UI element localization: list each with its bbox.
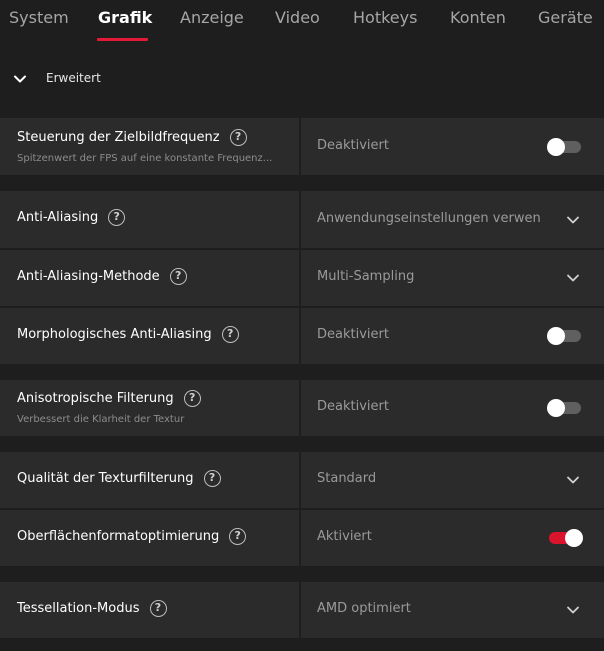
setting-value: Deaktiviert (317, 327, 389, 342)
setting-value: Aktiviert (317, 529, 372, 544)
section-title: Erweitert (46, 71, 101, 85)
setting-name: Tessellation-Modus ? (17, 600, 167, 617)
toggle-knob (547, 327, 565, 345)
setting-control-cell: Deaktiviert (301, 380, 604, 436)
setting-control-cell: Deaktiviert (301, 308, 604, 364)
setting-name: Morphologisches Anti-Aliasing ? (17, 326, 239, 343)
help-icon[interactable]: ? (183, 390, 201, 407)
help-icon[interactable]: ? (203, 470, 221, 487)
help-icon[interactable]: ? (149, 600, 167, 617)
toggle-switch[interactable] (547, 138, 581, 156)
setting-name: Steuerung der Zielbildfrequenz ? (17, 129, 247, 146)
help-icon[interactable]: ? (169, 268, 187, 285)
tab-geraete[interactable]: Geräte (538, 8, 593, 27)
setting-dropdown[interactable]: Multi-Sampling (301, 250, 604, 306)
setting-row-anti-aliasing-method: Anti-Aliasing-Methode ? Multi-Sampling (0, 250, 604, 306)
toggle-switch[interactable] (547, 327, 581, 345)
setting-description: Spitzenwert der FPS auf eine konstante F… (17, 153, 273, 164)
help-icon[interactable]: ? (221, 326, 239, 343)
setting-value: Deaktiviert (317, 138, 389, 153)
help-icon[interactable]: ? (229, 129, 247, 146)
setting-value: Standard (317, 471, 377, 486)
toggle-knob (547, 138, 565, 156)
setting-control-cell: Deaktiviert (301, 118, 604, 175)
toggle-knob (547, 399, 565, 417)
chevron-down-icon (567, 606, 579, 614)
setting-description: Verbessert die Klarheit der Textur (17, 414, 185, 425)
chevron-down-icon (567, 216, 579, 224)
tab-grafik[interactable]: Grafik (98, 8, 152, 27)
setting-label-cell: Tessellation-Modus ? (0, 582, 299, 638)
active-tab-indicator (97, 38, 148, 41)
setting-label-cell: Qualität der Texturfilterung ? (0, 452, 299, 508)
tab-anzeige[interactable]: Anzeige (180, 8, 244, 27)
setting-value: Multi-Sampling (317, 269, 415, 284)
setting-row-anisotropic-filtering: Anisotropische Filterung ? Verbessert di… (0, 380, 604, 436)
toggle-knob (565, 529, 583, 547)
tab-konten[interactable]: Konten (450, 8, 506, 27)
tab-video[interactable]: Video (275, 8, 320, 27)
setting-row-tessellation-mode: Tessellation-Modus ? AMD optimiert (0, 582, 604, 638)
setting-row-frame-rate-target: Steuerung der Zielbildfrequenz ? Spitzen… (0, 118, 604, 175)
section-header-erweitert[interactable]: Erweitert (0, 60, 604, 98)
toggle-switch[interactable] (547, 399, 581, 417)
setting-name: Qualität der Texturfilterung ? (17, 470, 221, 487)
setting-dropdown[interactable]: Standard (301, 452, 604, 508)
setting-value: AMD optimiert (317, 601, 411, 616)
setting-label-cell: Steuerung der Zielbildfrequenz ? Spitzen… (0, 118, 299, 175)
tab-bar: System Grafik Anzeige Video Hotkeys Kont… (0, 0, 604, 46)
setting-label-cell: Anisotropische Filterung ? Verbessert di… (0, 380, 299, 436)
toggle-switch[interactable] (549, 529, 583, 547)
setting-row-surface-format-optimization: Oberflächenformatoptimierung ? Aktiviert (0, 510, 604, 566)
setting-dropdown[interactable]: AMD optimiert (301, 582, 604, 638)
chevron-down-icon (567, 476, 579, 484)
setting-label-cell: Oberflächenformatoptimierung ? (0, 510, 299, 566)
setting-row-anti-aliasing: Anti-Aliasing ? Anwendungseinstellungen … (0, 191, 604, 248)
setting-label-cell: Anti-Aliasing-Methode ? (0, 250, 299, 306)
setting-control-cell: Aktiviert (301, 510, 604, 566)
tab-hotkeys[interactable]: Hotkeys (353, 8, 417, 27)
setting-value: Anwendungseinstellungen verwen... (317, 211, 542, 226)
setting-row-morphological-aa: Morphologisches Anti-Aliasing ? Deaktivi… (0, 308, 604, 364)
setting-name: Oberflächenformatoptimierung ? (17, 528, 247, 545)
tab-system[interactable]: System (9, 8, 69, 27)
setting-dropdown[interactable]: Anwendungseinstellungen verwen... (301, 191, 604, 248)
setting-value: Deaktiviert (317, 399, 389, 414)
help-icon[interactable]: ? (229, 528, 247, 545)
setting-row-texture-filtering-quality: Qualität der Texturfilterung ? Standard (0, 452, 604, 508)
chevron-down-icon (14, 75, 26, 83)
chevron-down-icon (567, 274, 579, 282)
setting-name: Anti-Aliasing ? (17, 209, 126, 226)
setting-label-cell: Morphologisches Anti-Aliasing ? (0, 308, 299, 364)
setting-label-cell: Anti-Aliasing ? (0, 191, 299, 248)
setting-name: Anisotropische Filterung ? (17, 390, 201, 407)
setting-name: Anti-Aliasing-Methode ? (17, 268, 187, 285)
help-icon[interactable]: ? (108, 209, 126, 226)
